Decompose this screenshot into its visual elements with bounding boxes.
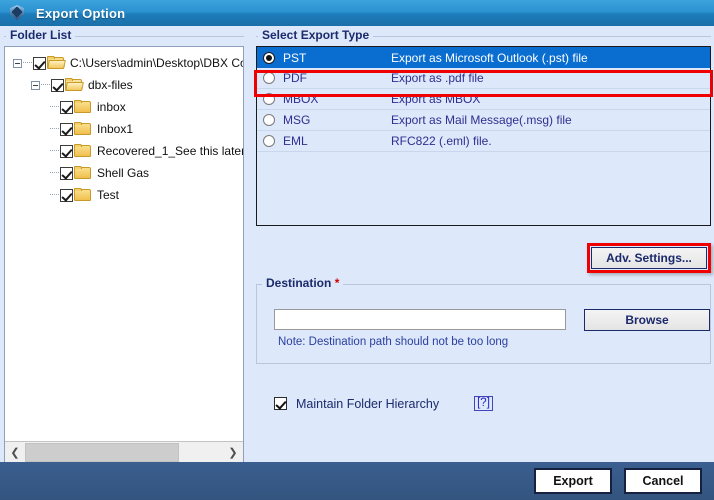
folder-open-icon [47, 56, 66, 70]
maintain-hierarchy-label: Maintain Folder Hierarchy [296, 396, 440, 411]
destination-label-text: Destination [266, 276, 332, 290]
maintain-hierarchy-checkbox[interactable] [274, 397, 287, 410]
folder-list-group-label: Folder List [6, 28, 76, 42]
export-type-code: EML [283, 134, 308, 148]
tree-item-label: Test [97, 188, 120, 202]
cancel-button[interactable]: Cancel [624, 468, 702, 494]
required-marker: * [334, 276, 340, 290]
tree-connector [50, 106, 59, 108]
tree-item-test[interactable]: Test [5, 184, 243, 206]
folder-tree-horizontal-scrollbar[interactable]: ❮ ❯ [5, 441, 243, 462]
shield-app-icon [8, 4, 26, 22]
scroll-left-icon[interactable]: ❮ [5, 443, 25, 462]
destination-group-label: Destination * [262, 276, 344, 290]
tree-item-dbx-files[interactable]: dbx-files [5, 74, 243, 96]
export-type-code: MSG [283, 113, 311, 127]
advanced-settings-area[interactable]: Adv. Settings... [587, 243, 711, 273]
expander-collapse-icon[interactable] [13, 58, 22, 68]
tree-item-label: Recovered_1_See this later [97, 144, 243, 158]
folder-icon [74, 166, 91, 180]
tree-connector [50, 128, 59, 130]
scroll-right-icon[interactable]: ❯ [223, 443, 243, 462]
dialog-footer: Export Cancel [0, 462, 714, 500]
export-type-code: PST [283, 50, 307, 65]
export-type-option-pst[interactable]: PST Export as Microsoft Outlook (.pst) f… [257, 47, 710, 68]
tree-item-dbx-root[interactable]: C:\Users\admin\Desktop\DBX Con [5, 52, 243, 74]
folder-icon [74, 100, 91, 114]
tree-item-recovered-1[interactable]: Recovered_1_See this later [5, 140, 243, 162]
folder-tree[interactable]: C:\Users\admin\Desktop\DBX Con dbx-files… [5, 47, 243, 440]
tree-checkbox[interactable] [33, 56, 46, 70]
destination-note: Note: Destination path should not be too… [278, 336, 509, 348]
folder-icon [74, 122, 91, 136]
export-type-description: Export as Microsoft Outlook (.pst) file [391, 50, 588, 65]
export-type-group-label: Select Export Type [258, 28, 374, 42]
tree-checkbox[interactable] [60, 100, 73, 114]
tree-item-inbox[interactable]: inbox [5, 96, 243, 118]
right-column: Select Export Type PST Export as Microso… [252, 26, 714, 462]
export-type-option-msg[interactable]: MSG Export as Mail Message(.msg) file [257, 110, 710, 131]
tree-connector [50, 194, 59, 196]
tree-item-inbox1[interactable]: Inbox1 [5, 118, 243, 140]
dialog-body: Folder List C:\Users\admin\Desktop\DBX C… [0, 26, 714, 463]
tree-checkbox[interactable] [60, 122, 73, 136]
folder-icon [74, 188, 91, 202]
export-type-description: Export as Mail Message(.msg) file [391, 113, 572, 127]
window-title-bar: Export Option [0, 0, 714, 27]
export-type-option-eml[interactable]: EML RFC822 (.eml) file. [257, 131, 710, 152]
export-type-description: Export as MBOX [391, 92, 481, 106]
folder-icon [74, 144, 91, 158]
help-link[interactable]: [?] [474, 396, 493, 411]
export-type-description: RFC822 (.eml) file. [391, 134, 492, 148]
tree-checkbox[interactable] [60, 166, 73, 180]
radio-icon[interactable] [263, 93, 275, 105]
expander-collapse-icon[interactable] [31, 80, 40, 90]
tree-connector [23, 62, 32, 64]
radio-icon[interactable] [263, 72, 275, 84]
scrollbar-track[interactable] [25, 442, 223, 462]
folder-docs-icon [65, 78, 84, 92]
export-type-option-pdf[interactable]: PDF Export as .pdf file [257, 68, 710, 89]
browse-button[interactable]: Browse [584, 309, 710, 331]
export-type-option-mbox[interactable]: MBOX Export as MBOX [257, 89, 710, 110]
folder-tree-panel[interactable]: C:\Users\admin\Desktop\DBX Con dbx-files… [4, 46, 244, 463]
radio-icon[interactable] [263, 114, 275, 126]
radio-icon[interactable] [263, 135, 275, 147]
scrollbar-thumb[interactable] [25, 442, 180, 462]
export-button[interactable]: Export [534, 468, 612, 494]
export-type-list[interactable]: PST Export as Microsoft Outlook (.pst) f… [256, 46, 711, 226]
export-type-description: Export as .pdf file [391, 71, 484, 85]
tree-connector [50, 172, 59, 174]
tree-item-shell-gas[interactable]: Shell Gas [5, 162, 243, 184]
tree-item-label: dbx-files [88, 78, 133, 92]
window-title: Export Option [36, 5, 126, 21]
tree-connector [41, 84, 50, 86]
tree-item-label: Shell Gas [97, 166, 150, 180]
export-type-code: MBOX [283, 92, 319, 106]
tree-connector [50, 150, 59, 152]
destination-path-input[interactable] [274, 309, 566, 330]
tree-item-label: Inbox1 [97, 122, 134, 136]
maintain-hierarchy-row[interactable]: Maintain Folder Hierarchy [?] [274, 396, 493, 411]
tree-item-label: C:\Users\admin\Desktop\DBX Con [70, 56, 243, 70]
tree-item-label: inbox [97, 100, 126, 114]
tree-checkbox[interactable] [51, 78, 64, 92]
tree-checkbox[interactable] [60, 144, 73, 158]
radio-icon[interactable] [263, 51, 275, 64]
tree-checkbox[interactable] [60, 188, 73, 202]
export-type-code: PDF [283, 71, 307, 85]
advanced-settings-button[interactable]: Adv. Settings... [591, 247, 707, 269]
